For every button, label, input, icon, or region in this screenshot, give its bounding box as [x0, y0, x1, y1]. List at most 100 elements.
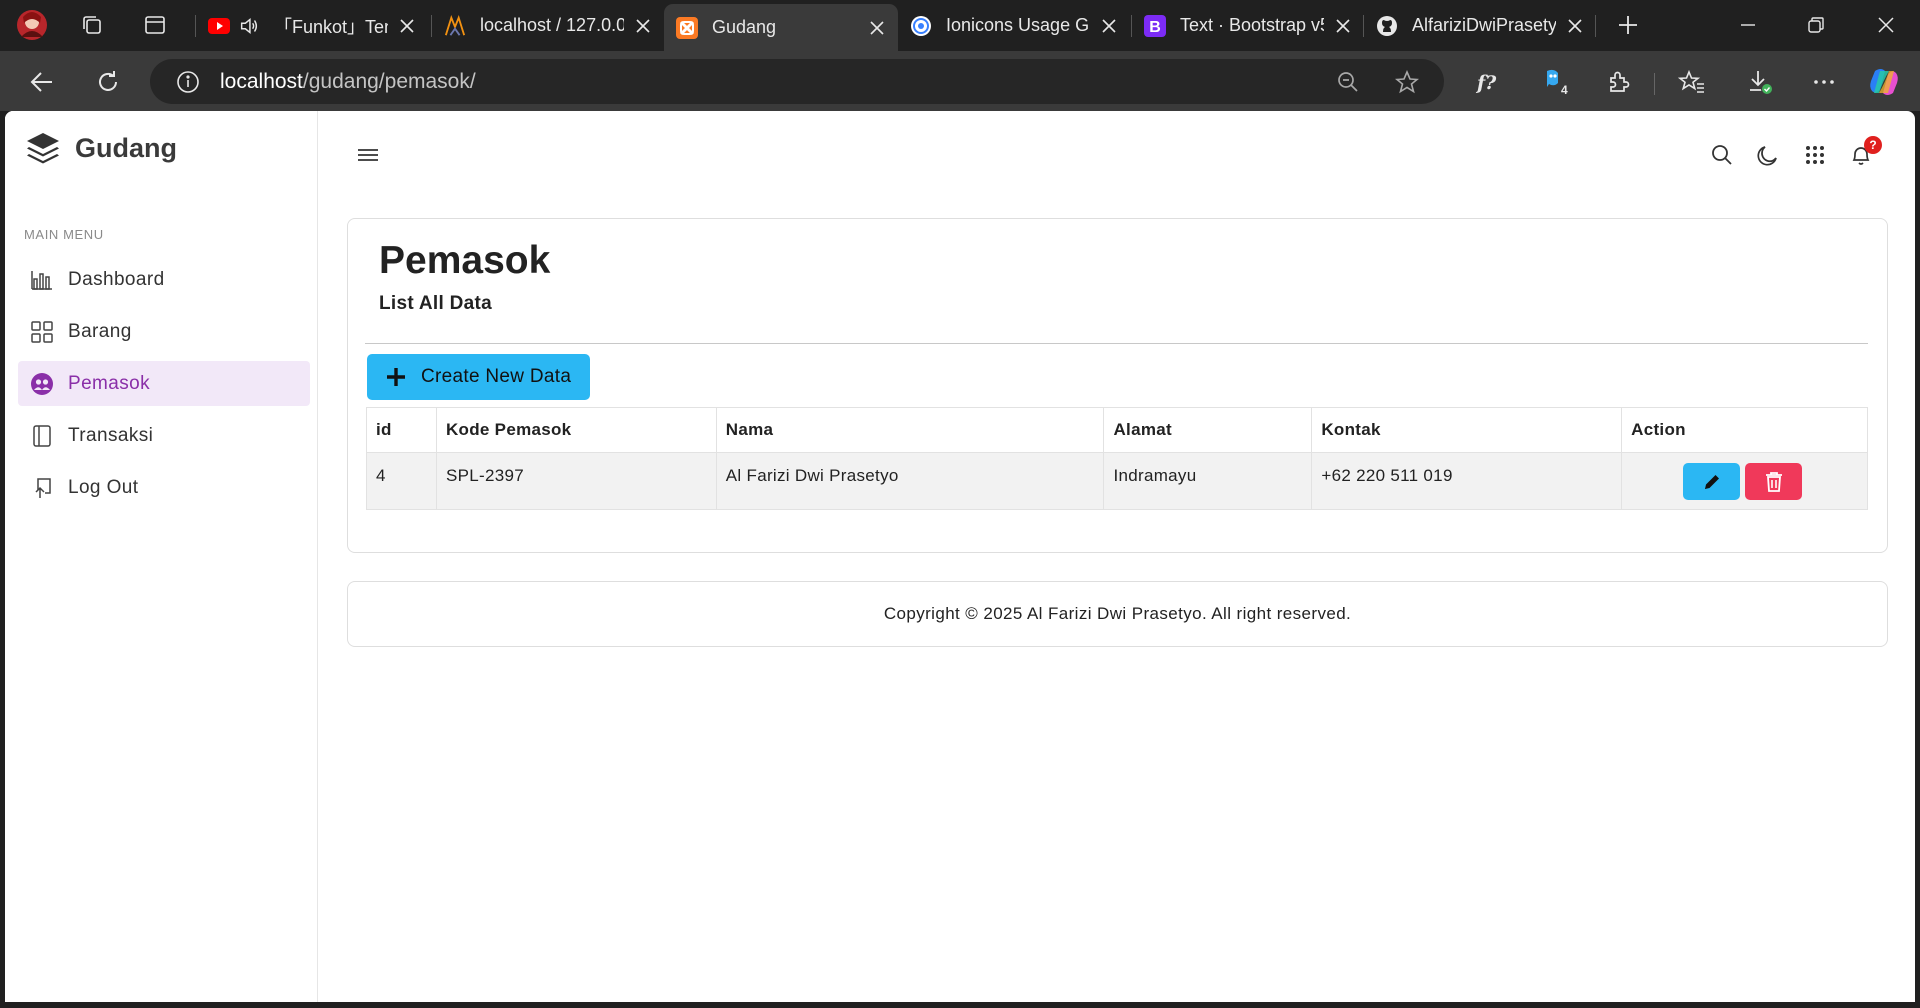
trash-icon: [1765, 471, 1782, 492]
tab-actions-icon[interactable]: [139, 9, 171, 41]
people-icon: [30, 372, 54, 396]
sidebar-item-label: Transaksi: [68, 424, 154, 446]
speaker-icon[interactable]: [238, 15, 260, 37]
menu-heading: MAIN MENU: [24, 227, 104, 242]
bootstrap-icon: B: [1144, 14, 1166, 37]
sidebar-item-label: Log Out: [68, 476, 139, 498]
sidebar-item-transaksi[interactable]: Transaksi: [18, 413, 310, 458]
address-bar[interactable]: localhost/gudang/pemasok/: [150, 59, 1444, 104]
table-row: 4 SPL-2397 Al Farizi Dwi Prasetyo Indram…: [366, 452, 1868, 510]
edit-button[interactable]: [1683, 463, 1741, 500]
workspaces-icon[interactable]: [76, 9, 108, 41]
sidebar-item-pemasok[interactable]: Pemasok: [18, 361, 310, 406]
svg-text:f?: f?: [1475, 72, 1497, 94]
github-icon: [1376, 15, 1398, 37]
restore-window-icon[interactable]: [1796, 9, 1836, 41]
close-tab-icon[interactable]: [866, 17, 888, 39]
brand-name: Gudang: [75, 132, 177, 163]
hamburger-menu-icon[interactable]: [353, 140, 383, 170]
browser-tab[interactable]: 「Funkot」Ten: [196, 6, 428, 45]
close-tab-icon[interactable]: [632, 15, 654, 37]
sidebar-item-label: Barang: [68, 320, 132, 342]
sidebar-item-dashboard[interactable]: Dashboard: [18, 257, 310, 302]
sidebar-item-logout[interactable]: Log Out: [18, 465, 310, 510]
column-header-id: id: [366, 407, 437, 453]
site-info-icon[interactable]: [172, 66, 204, 98]
sidebar-item-label: Dashboard: [68, 268, 165, 290]
notification-bell-icon[interactable]: ?: [1846, 136, 1882, 170]
tab-title: 「Funkot」Ten: [274, 16, 388, 37]
new-tab-icon[interactable]: [1612, 9, 1644, 41]
zoom-out-icon[interactable]: [1331, 65, 1365, 99]
browser-tab-bar: 「Funkot」Ten localhost / 127.0.0 Gudang I…: [0, 0, 1920, 51]
cell-kode: SPL-2397: [435, 452, 717, 510]
xampp-icon: [676, 16, 698, 39]
close-window-icon[interactable]: [1866, 9, 1906, 41]
close-tab-icon[interactable]: [1564, 15, 1586, 37]
tab-title: Ionicons Usage Gu: [946, 15, 1090, 35]
plus-icon: [386, 367, 406, 387]
extension-badge: 4: [1561, 83, 1568, 97]
tab-separator: [1595, 15, 1596, 37]
toolbar-separator: [1654, 73, 1655, 95]
extensions-puzzle-icon[interactable]: [1601, 64, 1637, 100]
more-options-icon[interactable]: [1806, 64, 1842, 100]
browser-tab-active[interactable]: Gudang: [664, 4, 898, 51]
footer: Copyright © 2025 Al Farizi Dwi Prasetyo.…: [347, 581, 1888, 647]
youtube-icon: [208, 15, 230, 37]
downloads-icon[interactable]: [1742, 64, 1778, 100]
browser-tab[interactable]: Ionicons Usage Gu: [898, 6, 1130, 45]
close-tab-icon[interactable]: [1332, 15, 1354, 37]
minimize-window-icon[interactable]: [1728, 9, 1768, 41]
favorite-star-icon[interactable]: [1390, 65, 1424, 99]
page-subtitle: List All Data: [379, 293, 492, 314]
browser-toolbar: localhost/gudang/pemasok/ f? 4: [0, 51, 1920, 111]
column-header-action: Action: [1621, 407, 1868, 453]
back-arrow-icon[interactable]: [24, 64, 60, 100]
logout-icon: [30, 476, 54, 500]
supplier-table: id Kode Pemasok Nama Alamat Kontak Actio…: [366, 407, 1868, 510]
cell-kontak: +62 220 511 019: [1311, 452, 1623, 510]
close-tab-icon[interactable]: [396, 15, 418, 37]
browser-tab[interactable]: AlfariziDwiPrasety: [1364, 6, 1596, 45]
favorites-list-icon[interactable]: [1674, 64, 1710, 100]
profile-avatar-icon[interactable]: [16, 9, 48, 41]
url-host: localhost: [220, 69, 303, 93]
apps-grid-icon[interactable]: [1800, 140, 1830, 170]
column-header-nama: Nama: [715, 407, 1105, 453]
ionicons-icon: [910, 15, 932, 37]
sidebar-item-barang[interactable]: Barang: [18, 309, 310, 354]
copilot-icon[interactable]: [1866, 64, 1902, 100]
font-extension-icon[interactable]: f?: [1470, 64, 1506, 100]
sidebar-item-label: Pemasok: [68, 372, 151, 394]
dark-mode-moon-icon[interactable]: [1753, 140, 1783, 170]
content-card: Pemasok List All Data Create New Data id…: [347, 218, 1888, 553]
brand[interactable]: Gudang: [25, 130, 177, 166]
bar-chart-icon: [30, 268, 54, 292]
pencil-icon: [1704, 474, 1719, 489]
refresh-icon[interactable]: [90, 64, 126, 100]
grid-icon: [30, 320, 54, 344]
cell-id: 4: [366, 452, 437, 510]
sidebar: Gudang MAIN MENU Dashboard Barang Pemaso…: [5, 111, 318, 1002]
layers-logo-icon: [25, 130, 61, 166]
column-header-alamat: Alamat: [1103, 407, 1313, 453]
create-button-label: Create New Data: [421, 366, 572, 387]
tab-title: Gudang: [712, 17, 777, 37]
delete-button[interactable]: [1745, 463, 1803, 500]
cell-alamat: Indramayu: [1103, 452, 1313, 510]
browser-tab[interactable]: B Text · Bootstrap v5: [1132, 6, 1364, 45]
column-header-kode: Kode Pemasok: [435, 407, 717, 453]
notification-badge: ?: [1864, 136, 1882, 154]
divider: [365, 343, 1868, 344]
search-icon[interactable]: [1707, 140, 1737, 170]
phpmyadmin-icon: [444, 14, 466, 37]
book-icon: [30, 424, 54, 448]
create-new-data-button[interactable]: Create New Data: [367, 354, 590, 400]
browser-tab[interactable]: localhost / 127.0.0: [432, 6, 664, 45]
tab-title: Text · Bootstrap v5: [1180, 15, 1324, 35]
url-path: /gudang/pemasok/: [302, 69, 476, 93]
web-page: Gudang MAIN MENU Dashboard Barang Pemaso…: [5, 111, 1915, 1002]
extension-icon[interactable]: 4: [1536, 64, 1572, 100]
close-tab-icon[interactable]: [1098, 15, 1120, 37]
